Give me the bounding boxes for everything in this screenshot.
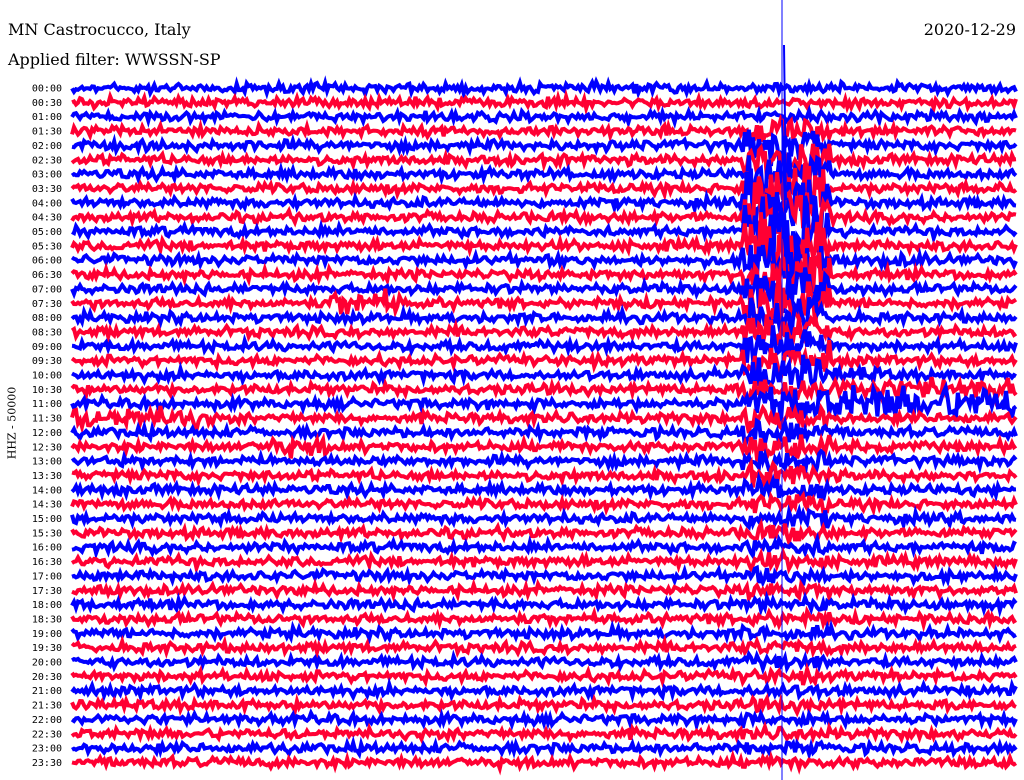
time-tick-label: 16:30 [32, 557, 62, 568]
time-tick-label: 01:00 [32, 112, 62, 123]
trace-row [70, 662, 1018, 689]
trace-row [70, 633, 1017, 660]
trace-row [70, 677, 1018, 704]
time-tick-label: 23:30 [32, 758, 62, 769]
time-tick-label: 11:00 [32, 399, 62, 410]
trace-row [70, 619, 1017, 645]
time-tick-label: 07:30 [32, 299, 62, 310]
time-tick-label: 14:00 [32, 485, 62, 496]
traces [70, 44, 1018, 776]
time-ticks: 00:00 00:30 01:00 01:30 02:00 02:30 03:00 03:30… [32, 84, 62, 769]
time-tick-label: 22:30 [32, 729, 62, 740]
time-tick-label: 19:00 [32, 629, 62, 640]
time-tick-label: 09:00 [32, 342, 62, 353]
trace-row [70, 546, 1018, 576]
time-tick-label: 12:00 [32, 428, 62, 439]
time-tick-label: 13:30 [32, 471, 62, 482]
time-tick-label: 23:00 [32, 744, 62, 755]
time-tick-label: 18:30 [32, 614, 62, 625]
trace-row [70, 471, 1017, 503]
time-tick-label: 08:30 [32, 327, 62, 338]
trace-row [70, 708, 1018, 734]
time-tick-label: 04:00 [32, 198, 62, 209]
time-tick-label: 03:30 [32, 184, 62, 195]
time-tick-label: 20:30 [32, 672, 62, 683]
time-tick-label: 01:30 [32, 127, 62, 138]
trace-row [70, 692, 1017, 718]
time-tick-label: 16:00 [32, 543, 62, 554]
time-tick-label: 22:00 [32, 715, 62, 726]
trace-row [70, 104, 1018, 130]
helicorder-plot: 00:00 00:30 01:00 01:30 02:00 02:30 03:00 03:30… [32, 0, 1018, 780]
trace-row [70, 517, 1018, 550]
trace-row [71, 749, 1018, 776]
time-tick-label: 12:30 [32, 442, 62, 453]
time-tick-label: 21:00 [32, 686, 62, 697]
time-tick-label: 21:30 [32, 701, 62, 712]
time-tick-label: 17:30 [32, 586, 62, 597]
time-tick-label: 07:00 [32, 284, 62, 295]
time-tick-label: 14:30 [32, 500, 62, 511]
trace-row [71, 735, 1018, 762]
time-tick-label: 05:00 [32, 227, 62, 238]
time-tick-label: 06:30 [32, 270, 62, 281]
time-tick-label: 18:00 [32, 600, 62, 611]
time-tick-label: 15:30 [32, 528, 62, 539]
time-tick-label: 10:30 [32, 385, 62, 396]
time-tick-label: 03:00 [32, 170, 62, 181]
trace-row [70, 590, 1018, 618]
trace-row [71, 531, 1017, 562]
time-tick-label: 02:00 [32, 141, 62, 152]
time-tick-label: 13:00 [32, 457, 62, 468]
trace-row [71, 649, 1018, 676]
time-tick-label: 10:00 [32, 371, 62, 382]
time-tick-label: 00:30 [32, 98, 62, 109]
time-tick-label: 19:30 [32, 643, 62, 654]
time-tick-label: 04:30 [32, 213, 62, 224]
time-tick-label: 11:30 [32, 414, 62, 425]
time-tick-label: 15:00 [32, 514, 62, 525]
trace-row [71, 88, 1018, 116]
trace-row [70, 490, 1018, 518]
time-tick-label: 09:30 [32, 356, 62, 367]
time-tick-label: 08:00 [32, 313, 62, 324]
time-tick-label: 06:00 [32, 256, 62, 267]
trace-row [71, 577, 1018, 605]
time-tick-label: 20:00 [32, 658, 62, 669]
trace-row [70, 75, 1018, 101]
time-tick-label: 17:00 [32, 571, 62, 582]
time-tick-label: 00:00 [32, 84, 62, 95]
time-tick-label: 05:30 [32, 241, 62, 252]
time-tick-label: 02:30 [32, 155, 62, 166]
trace-row [70, 605, 1018, 633]
